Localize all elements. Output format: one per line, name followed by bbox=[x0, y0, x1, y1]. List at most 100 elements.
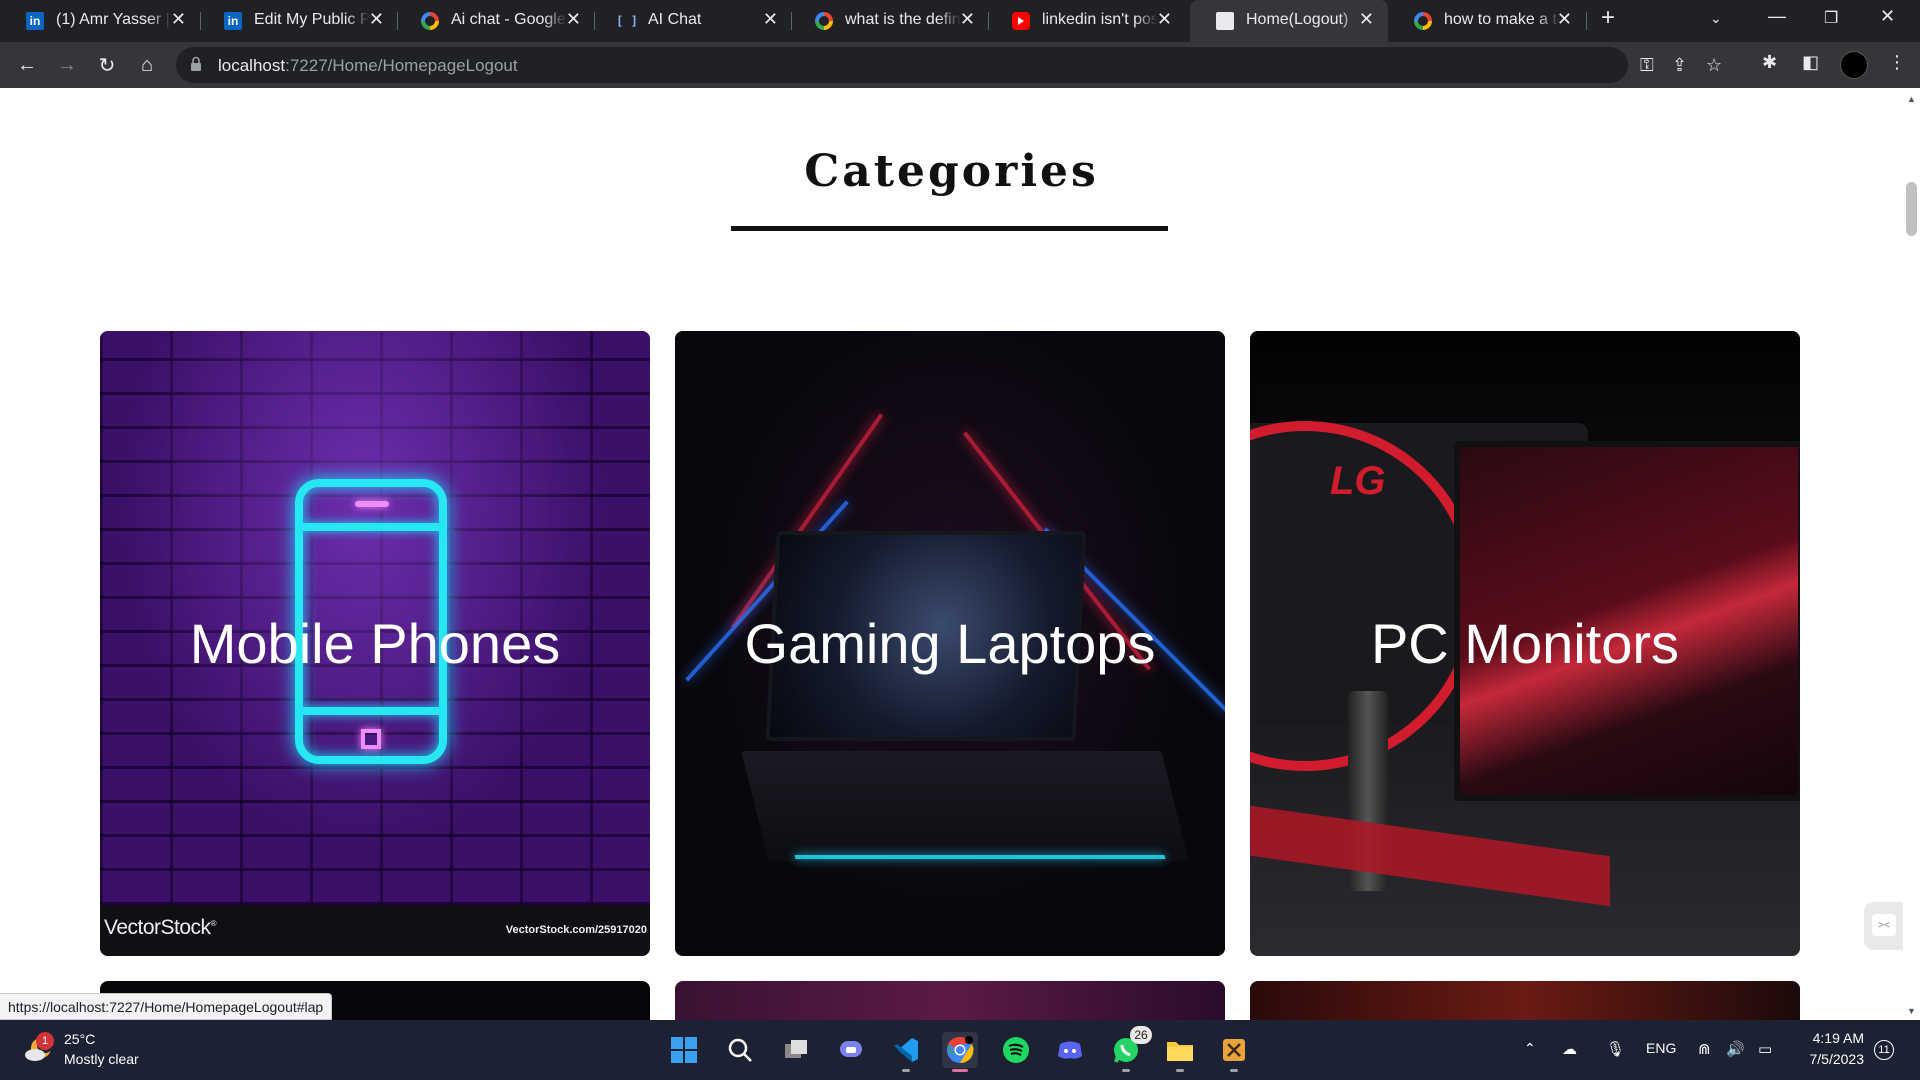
code-icon: >< bbox=[1872, 914, 1896, 936]
category-title[interactable]: Mobile Phones bbox=[100, 331, 650, 956]
close-tab-icon[interactable]: ✕ bbox=[171, 9, 186, 30]
bookmark-star-icon[interactable]: ☆ bbox=[1706, 55, 1722, 76]
windows-taskbar: 1 25°C Mostly clear 26 ⌃ ☁ 🎙 ENG ⋒ 🔊 ▭ 4… bbox=[0, 1020, 1920, 1080]
wifi-icon[interactable]: ⋒ bbox=[1698, 1040, 1711, 1058]
search-icon[interactable] bbox=[722, 1032, 758, 1068]
tab-title: Edit My Public Profile bbox=[254, 11, 370, 28]
tab-title: linkedin isn't posting bbox=[1042, 11, 1158, 28]
clock-date[interactable]: 7/5/2023 bbox=[1796, 1051, 1865, 1067]
browser-tab-strip: in (1) Amr Yasser | LinkedIn ✕ in Edit M… bbox=[0, 0, 1920, 42]
close-tab-icon[interactable]: ✕ bbox=[960, 9, 975, 30]
address-url: localhost:7227/Home/HomepageLogout bbox=[218, 56, 518, 76]
close-tab-icon[interactable]: ✕ bbox=[1359, 9, 1374, 30]
category-card-partial[interactable] bbox=[1250, 981, 1800, 1020]
weather-condition: Mostly clear bbox=[64, 1051, 139, 1067]
tab-title: AI Chat bbox=[648, 11, 702, 28]
browser-tab[interactable]: linkedin isn't posting ✕ bbox=[986, 0, 1186, 42]
forward-button[interactable]: → bbox=[52, 50, 82, 80]
tray-overflow-chevron-icon[interactable]: ⌃ bbox=[1524, 1040, 1536, 1057]
page-title: Categories bbox=[804, 146, 1099, 197]
youtube-icon bbox=[1012, 12, 1030, 30]
clock-time[interactable]: 4:19 AM bbox=[1804, 1030, 1864, 1046]
category-card-mobile-phones[interactable]: VectorStock® VectorStock.com/25917020 Mo… bbox=[100, 331, 650, 956]
microphone-icon[interactable]: 🎙 bbox=[1606, 1040, 1625, 1058]
category-title[interactable]: Gaming Laptops bbox=[675, 331, 1225, 956]
chrome-icon[interactable] bbox=[942, 1032, 978, 1072]
home-button[interactable]: ⌂ bbox=[132, 50, 162, 80]
page-viewport: Categories VectorStock® VectorStock.com/… bbox=[0, 88, 1903, 1020]
google-icon bbox=[421, 12, 439, 30]
spotify-icon[interactable] bbox=[998, 1032, 1034, 1068]
browser-tab-active[interactable]: Home(Logout) ✕ bbox=[1190, 0, 1388, 42]
battery-icon[interactable]: ▭ bbox=[1758, 1040, 1772, 1058]
tab-search-chevron-icon[interactable]: ⌄ bbox=[1710, 10, 1722, 27]
reload-button[interactable]: ↻ bbox=[92, 50, 122, 80]
start-icon[interactable] bbox=[666, 1032, 702, 1068]
weather-badge: 1 bbox=[36, 1032, 54, 1050]
page-scrollbar[interactable]: ▲ ▼ bbox=[1903, 88, 1920, 1020]
close-tab-icon[interactable]: ✕ bbox=[1157, 9, 1172, 30]
weather-temperature: 25°C bbox=[64, 1031, 96, 1047]
side-panel-icon[interactable]: ◧ bbox=[1802, 52, 1819, 73]
tab-separator bbox=[1586, 12, 1587, 30]
menu-kebab-icon[interactable]: ⋮ bbox=[1888, 52, 1906, 73]
close-tab-icon[interactable]: ✕ bbox=[1557, 9, 1572, 30]
browser-tab[interactable]: how to make a text ✕ bbox=[1388, 0, 1586, 42]
link-status-bubble: https://localhost:7227/Home/HomepageLogo… bbox=[0, 993, 333, 1020]
category-card-partial[interactable] bbox=[675, 981, 1225, 1020]
teams-chat-icon[interactable] bbox=[834, 1032, 870, 1068]
restore-button[interactable]: ❐ bbox=[1824, 8, 1838, 28]
onedrive-cloud-icon[interactable]: ☁ bbox=[1562, 1040, 1577, 1058]
url-path: :7227/Home/HomepageLogout bbox=[285, 56, 518, 75]
linkedin-icon: in bbox=[26, 12, 44, 30]
close-tab-icon[interactable]: ✕ bbox=[763, 9, 778, 30]
tab-title: what is the definition bbox=[845, 11, 961, 28]
address-bar[interactable]: localhost:7227/Home/HomepageLogout ⚿ ⇪ ☆ bbox=[176, 47, 1722, 83]
heading-underline bbox=[731, 226, 1168, 231]
scrollbar-thumb[interactable] bbox=[1906, 182, 1917, 236]
lock-icon[interactable] bbox=[190, 56, 202, 72]
whatsapp-unread-badge: 26 bbox=[1130, 1026, 1152, 1044]
browser-tab[interactable]: Ai chat - Google Search ✕ bbox=[395, 0, 595, 42]
google-icon bbox=[815, 12, 833, 30]
volume-icon[interactable]: 🔊 bbox=[1726, 1040, 1745, 1058]
language-indicator[interactable]: ENG bbox=[1646, 1040, 1676, 1056]
task-view-icon[interactable] bbox=[778, 1032, 814, 1068]
category-card-pc-monitors[interactable]: LG PC Monitors bbox=[1250, 331, 1800, 956]
snipping-tool-icon[interactable] bbox=[1216, 1032, 1252, 1072]
browser-tab[interactable]: in (1) Amr Yasser | LinkedIn ✕ bbox=[0, 0, 200, 42]
browser-tab[interactable]: what is the definition ✕ bbox=[789, 0, 989, 42]
tab-title: Home(Logout) bbox=[1246, 11, 1349, 28]
whatsapp-icon[interactable]: 26 bbox=[1108, 1026, 1152, 1072]
google-icon bbox=[1414, 12, 1432, 30]
vscode-icon[interactable] bbox=[888, 1032, 924, 1072]
browser-tab[interactable]: in Edit My Public Profile ✕ bbox=[198, 0, 398, 42]
document-icon bbox=[1216, 12, 1234, 30]
close-tab-icon[interactable]: ✕ bbox=[369, 9, 384, 30]
tab-title: how to make a text bbox=[1444, 11, 1560, 28]
back-button[interactable]: ← bbox=[12, 50, 42, 80]
scroll-up-arrow-icon[interactable]: ▲ bbox=[1907, 94, 1916, 104]
profile-avatar[interactable] bbox=[1840, 51, 1868, 79]
scroll-down-arrow-icon[interactable]: ▼ bbox=[1907, 1006, 1916, 1016]
tab-title: Ai chat - Google Search bbox=[451, 11, 567, 28]
brackets-icon: [ ] bbox=[616, 14, 638, 28]
tab-title: (1) Amr Yasser | LinkedIn bbox=[56, 11, 172, 28]
category-title[interactable]: PC Monitors bbox=[1250, 331, 1800, 956]
new-tab-button[interactable]: + bbox=[1601, 4, 1615, 32]
file-explorer-icon[interactable] bbox=[1162, 1032, 1198, 1072]
browser-tab[interactable]: [ ] AI Chat ✕ bbox=[592, 0, 792, 42]
close-tab-icon[interactable]: ✕ bbox=[566, 9, 581, 30]
minimize-button[interactable]: — bbox=[1768, 6, 1786, 27]
discord-icon[interactable] bbox=[1052, 1032, 1088, 1068]
share-icon[interactable]: ⇪ bbox=[1672, 55, 1687, 76]
linkedin-icon: in bbox=[224, 12, 242, 30]
extensions-icon[interactable]: ✱ bbox=[1762, 52, 1777, 73]
close-window-button[interactable]: ✕ bbox=[1880, 6, 1895, 27]
floating-side-tab[interactable]: >< bbox=[1864, 902, 1903, 950]
notification-count-badge[interactable]: 11 bbox=[1874, 1040, 1894, 1060]
url-host: localhost bbox=[218, 56, 286, 75]
category-card-gaming-laptops[interactable]: Gaming Laptops bbox=[675, 331, 1225, 956]
key-icon[interactable]: ⚿ bbox=[1640, 55, 1654, 76]
browser-toolbar: ← → ↻ ⌂ localhost:7227/Home/HomepageLogo… bbox=[0, 42, 1920, 88]
